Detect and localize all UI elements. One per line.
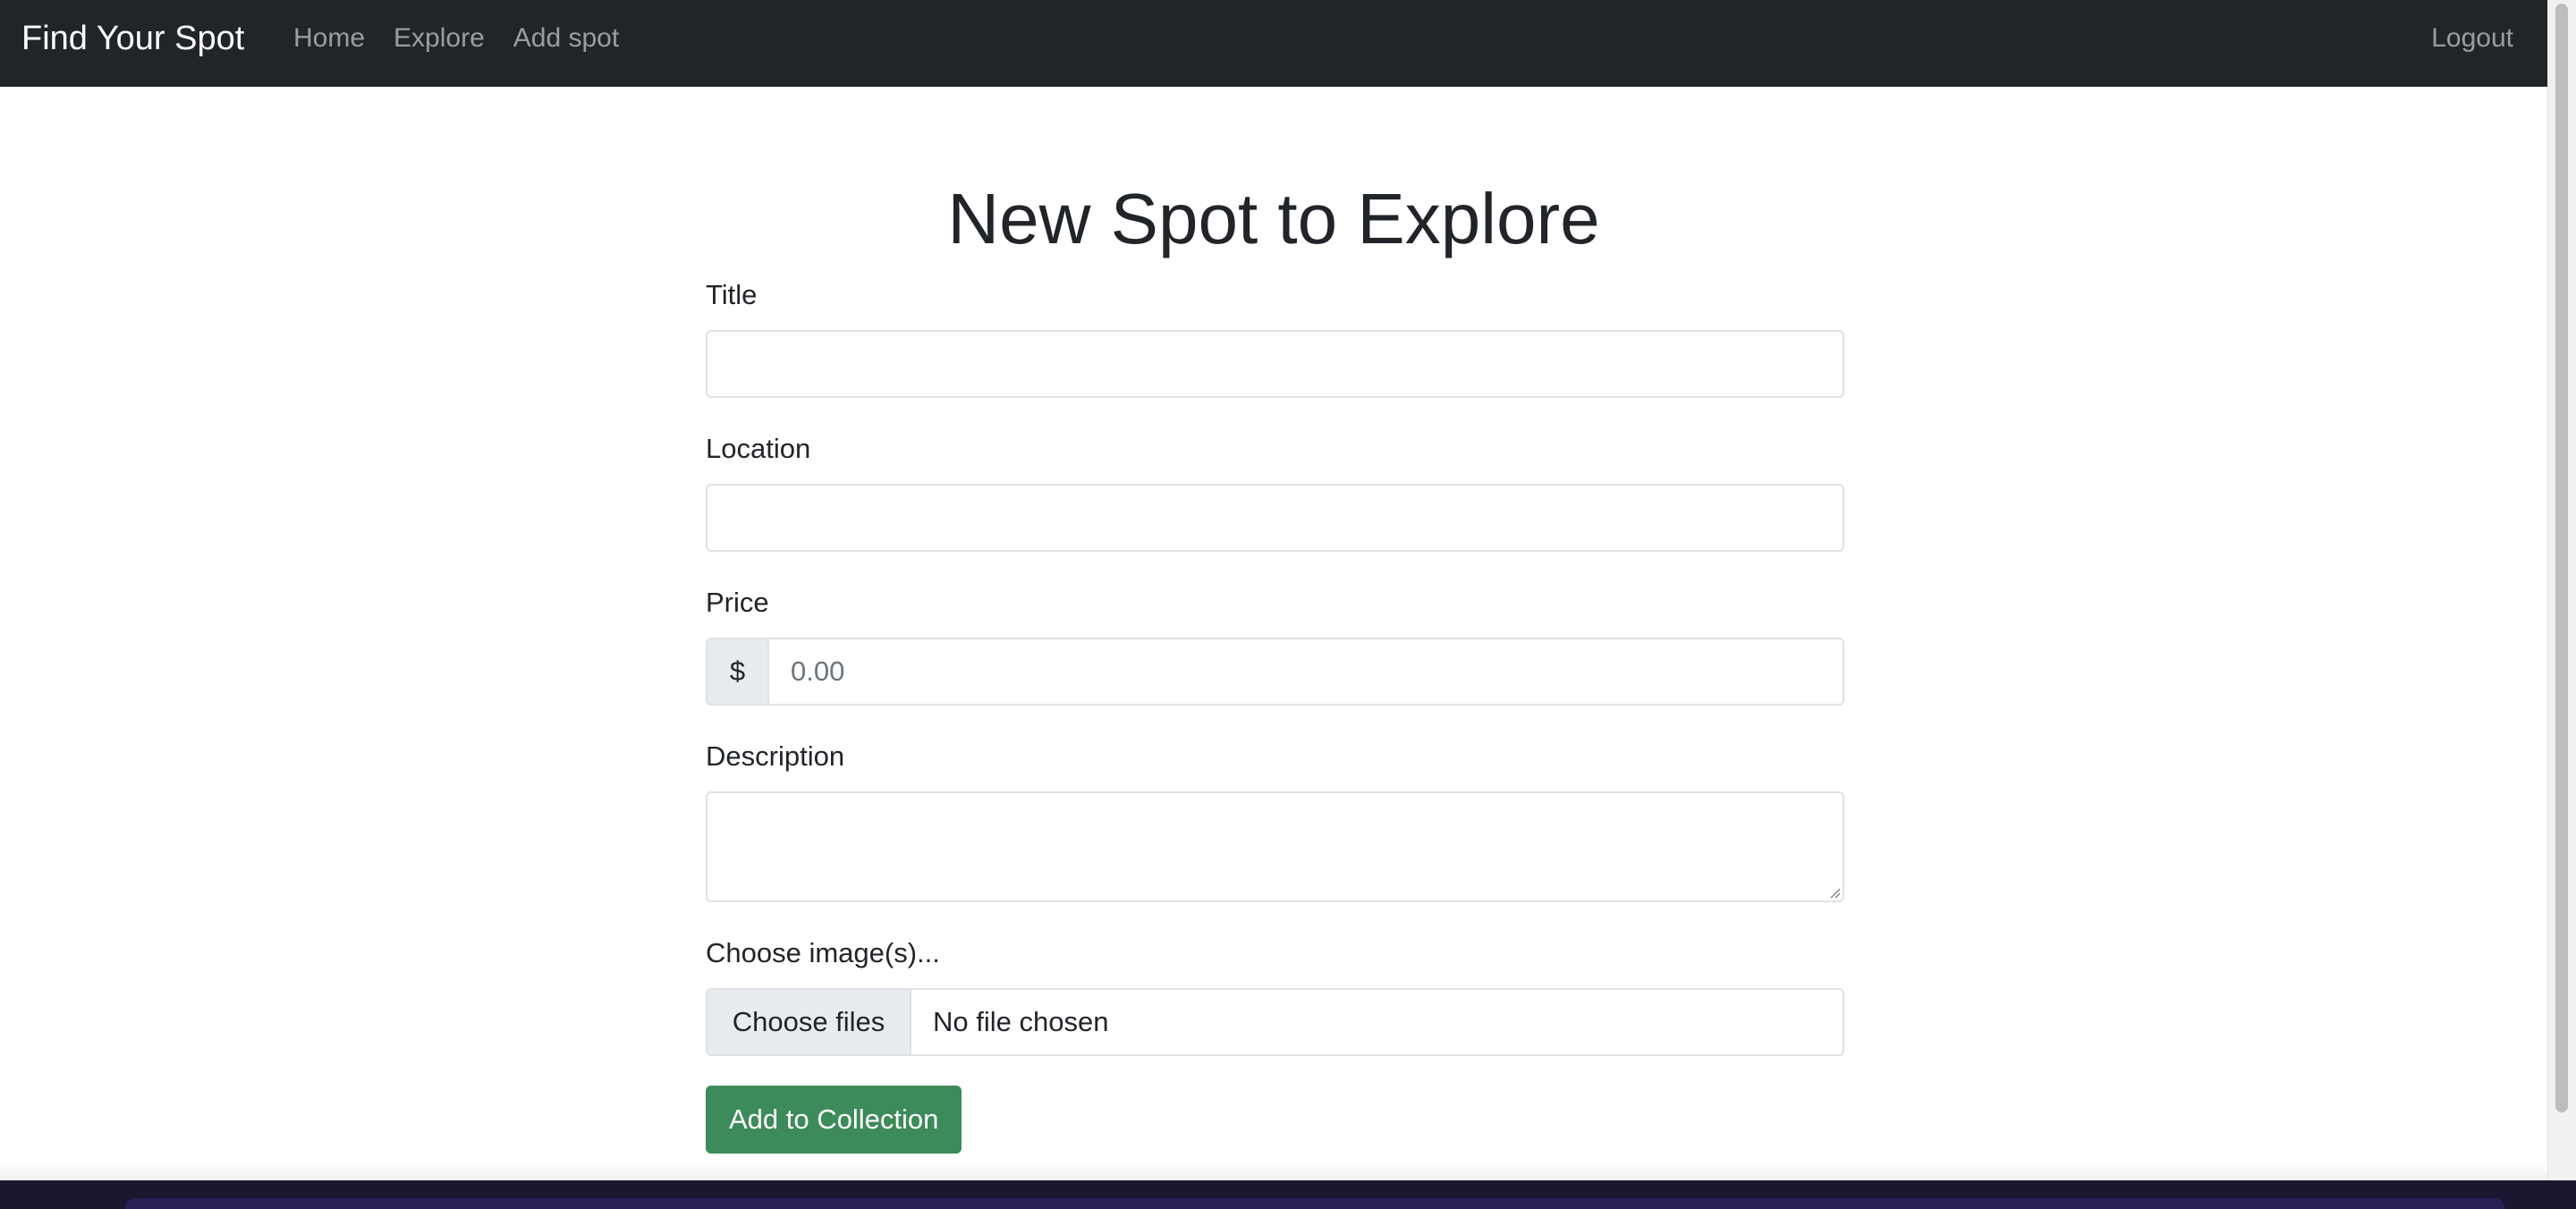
images-label: Choose image(s)... bbox=[706, 937, 940, 968]
navbar: Find Your Spot Home Explore Add spot Log… bbox=[0, 0, 2547, 87]
bottom-shadow bbox=[0, 1162, 2547, 1180]
price-input[interactable]: 0.00 bbox=[767, 638, 1844, 706]
nav-link-home[interactable]: Home bbox=[293, 17, 379, 60]
choose-files-button[interactable]: Choose files bbox=[708, 990, 911, 1054]
location-input[interactable] bbox=[706, 484, 1844, 552]
browser-viewport: Find Your Spot Home Explore Add spot Log… bbox=[0, 0, 2547, 1180]
title-input[interactable] bbox=[706, 330, 1844, 398]
file-status-text: No file chosen bbox=[933, 1006, 1109, 1037]
nav-link-explore[interactable]: Explore bbox=[379, 17, 499, 60]
brand-link[interactable]: Find Your Spot bbox=[21, 17, 244, 60]
description-textarea[interactable] bbox=[706, 791, 1844, 902]
logout-link[interactable]: Logout bbox=[2431, 17, 2513, 60]
scrollbar-thumb[interactable] bbox=[2555, 4, 2568, 1112]
price-label: Price bbox=[706, 587, 769, 618]
vertical-scrollbar[interactable] bbox=[2547, 0, 2576, 1180]
add-to-collection-button[interactable]: Add to Collection bbox=[706, 1086, 962, 1154]
nav-links: Home Explore Add spot bbox=[293, 17, 633, 60]
image-file-input[interactable]: Choose files No file chosen bbox=[706, 988, 1844, 1056]
location-label: Location bbox=[706, 433, 811, 464]
title-label: Title bbox=[706, 279, 758, 310]
price-input-group: $ 0.00 bbox=[706, 638, 1844, 706]
nav-link-add-spot[interactable]: Add spot bbox=[499, 17, 633, 60]
description-label: Description bbox=[706, 740, 845, 772]
resize-grip-icon[interactable] bbox=[1828, 886, 1841, 899]
desktop-window-edge bbox=[125, 1198, 2504, 1209]
page-title: New Spot to Explore bbox=[947, 179, 1600, 258]
currency-addon: $ bbox=[706, 638, 767, 706]
